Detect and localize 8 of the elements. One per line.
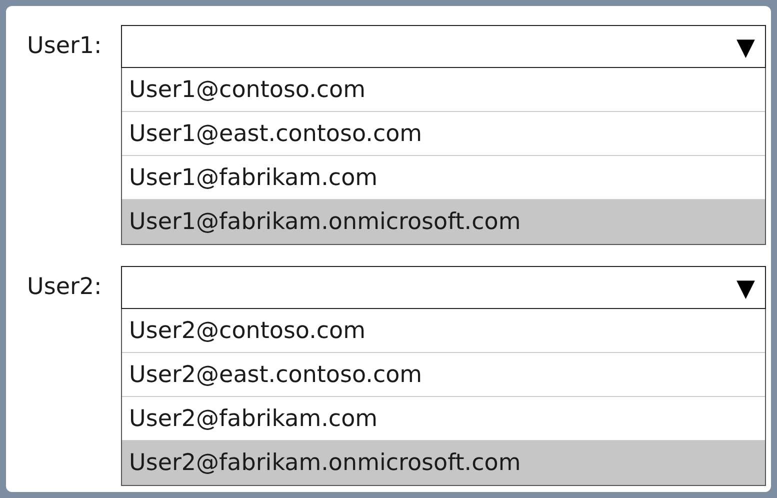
dropdown-label: User2: — [27, 273, 103, 302]
dropdown-arrow-icon: ▼ — [736, 276, 755, 300]
dropdown-field[interactable]: ▼ — [121, 266, 766, 309]
dropdown-arrow-icon: ▼ — [736, 34, 755, 58]
dropdown-option[interactable]: User2@fabrikam.onmicrosoft.com — [122, 441, 765, 485]
dropdown-option[interactable]: User1@fabrikam.onmicrosoft.com — [122, 200, 765, 244]
dropdown-label: User1: — [27, 32, 103, 61]
dropdown-field[interactable]: ▼ — [121, 25, 766, 68]
